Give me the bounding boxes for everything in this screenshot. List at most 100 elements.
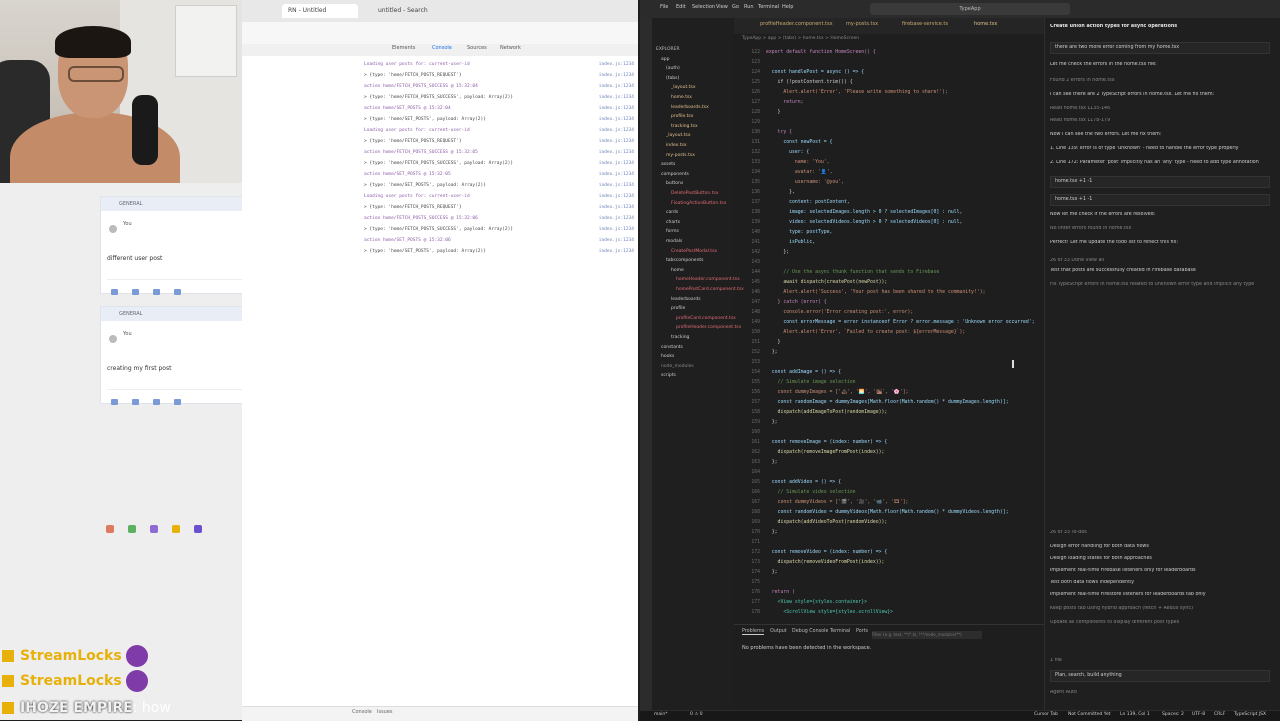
devtools-tab-elements[interactable]: Elements (392, 45, 415, 51)
post-card[interactable]: GENERAL You different user post (100, 196, 250, 295)
console-log-line[interactable]: > {type: 'home/SET_POSTS', payload: Arra… (364, 115, 634, 124)
code-line[interactable]: dispatch(removeVideoFromPost(index)); (766, 558, 1046, 568)
explorer-item[interactable]: forms (666, 228, 748, 236)
explorer-item[interactable]: app (661, 56, 743, 64)
problems-filter-input[interactable]: Filter (e.g. text, **/*.ts, !**/node_mod… (872, 631, 982, 639)
code-line[interactable]: isPublic, (766, 238, 1046, 248)
console-log-line[interactable]: action home/SET_POSTS @ 15:32:05 index.js… (364, 170, 634, 179)
tracking-tab-icon[interactable] (128, 525, 136, 533)
menu-edit[interactable]: Edit (676, 4, 686, 10)
code-line[interactable]: console.error('Error creating post:', er… (766, 308, 1046, 318)
posts-tab-icon[interactable] (194, 525, 202, 533)
console-log-line[interactable]: action home/SET_POSTS @ 15:32:06 index.js… (364, 236, 634, 245)
post-card[interactable]: GENERAL You creating my first post (100, 306, 250, 405)
explorer-item[interactable]: assets (661, 161, 743, 169)
status-git-blame[interactable]: Not Committed Yet (1068, 712, 1111, 717)
console-log-source[interactable]: index.js:1234 (599, 181, 634, 190)
console-log-line[interactable]: > {type: 'home/FETCH_POSTS_SUCCESS', pay… (364, 225, 634, 234)
code-line[interactable]: return ( (766, 588, 1046, 598)
code-line[interactable]: }; (766, 568, 1046, 578)
editor-tab[interactable]: my-posts.tsx (846, 21, 878, 27)
panel-tab-problems[interactable]: Problems (742, 629, 765, 635)
explorer-item[interactable]: charts (666, 219, 748, 227)
code-line[interactable]: Alert.alert('Success', 'Your post has be… (766, 288, 1046, 298)
code-line[interactable]: // Use the async thunk function that sen… (766, 268, 1046, 278)
devtools-tab-console[interactable]: Console (432, 45, 452, 51)
console-log-source[interactable]: index.js:1234 (599, 170, 634, 179)
console-log-line[interactable]: action home/SET_POSTS @ 15:32:04 index.js… (364, 104, 634, 113)
panel-tab-terminal[interactable]: Terminal (830, 629, 850, 634)
menu-terminal[interactable]: Terminal (758, 4, 779, 10)
console-log-source[interactable]: index.js:1234 (599, 82, 634, 91)
console-log-line[interactable]: > {type: 'home/SET_POSTS', payload: Arra… (364, 247, 634, 256)
breadcrumb[interactable]: TypeApp > app > (tabs) > home.tsx > Home… (734, 34, 1044, 44)
console-log-source[interactable]: index.js:1234 (599, 225, 634, 234)
console-log-line[interactable]: Loading user posts for: current-user-id i… (364, 60, 634, 69)
code-line[interactable]: // Simulate image selection (766, 378, 1046, 388)
chat-block[interactable]: home.tsx +1 -1 (1050, 194, 1270, 206)
explorer-item[interactable]: (tabs) (666, 75, 748, 83)
console-log-line[interactable]: > {type: 'home/FETCH_POSTS_SUCCESS', pay… (364, 159, 634, 168)
panel-tab-output[interactable]: Output (770, 629, 787, 634)
code-line[interactable]: // Simulate video selection (766, 488, 1046, 498)
code-line[interactable]: name: 'You', (766, 158, 1046, 168)
devtools-tab-network[interactable]: Network (500, 45, 521, 51)
code-line[interactable]: username: '@you', (766, 178, 1046, 188)
code-line[interactable]: const removeVideo = (index: number) => { (766, 548, 1046, 558)
explorer-item[interactable]: node_modules (661, 363, 743, 371)
code-line[interactable] (766, 258, 1046, 268)
console-log-source[interactable]: index.js:1234 (599, 192, 634, 201)
console-log-source[interactable]: index.js:1234 (599, 148, 634, 157)
console-log-line[interactable]: > {type: 'home/SET_POSTS', payload: Arra… (364, 181, 634, 190)
console-log-source[interactable]: index.js:1234 (599, 236, 634, 245)
code-line[interactable]: Alert.alert('Error', 'Please write somet… (766, 88, 1046, 98)
code-line[interactable]: Alert.alert('Error', `Failed to create p… (766, 328, 1046, 338)
share-icon[interactable] (153, 289, 160, 295)
menu-view[interactable]: View (716, 4, 728, 10)
code-line[interactable] (766, 428, 1046, 438)
status-indent[interactable]: Spaces: 2 (1162, 712, 1184, 717)
console-log-source[interactable]: index.js:1234 (599, 93, 634, 102)
code-line[interactable]: const addVideo = () => { (766, 478, 1046, 488)
drawer-tab-issues[interactable]: Issues (377, 709, 393, 715)
console-log-source[interactable]: index.js:1234 (599, 203, 634, 212)
code-line[interactable]: dispatch(addImageToPost(randomImage)); (766, 408, 1046, 418)
panel-tab-debug-console[interactable]: Debug Console (792, 629, 828, 634)
explorer-item[interactable]: components (661, 171, 743, 179)
explorer-item[interactable]: modals (666, 238, 748, 246)
editor-tab[interactable]: profileHeader.component.tsx (760, 21, 833, 27)
console-log-source[interactable]: index.js:1234 (599, 247, 634, 256)
editor-tab[interactable]: firebase-service.ts (902, 21, 948, 27)
code-line[interactable]: const errorMessage = error instanceof Er… (766, 318, 1046, 328)
code-line[interactable]: image: selectedImages.length > 0 ? selec… (766, 208, 1046, 218)
code-line[interactable]: <View style={styles.container}> (766, 598, 1046, 608)
browser-tab[interactable]: RN - Untitled (282, 4, 358, 18)
devtools-tab-sources[interactable]: Sources (467, 45, 487, 51)
chat-block[interactable]: Plan, search, build anything (1050, 670, 1270, 682)
code-line[interactable]: const dummyVideos = ['🎬', '🎥', '📹', '🎞']… (766, 498, 1046, 508)
code-line[interactable]: await dispatch(createPost(newPost)); (766, 278, 1046, 288)
code-line[interactable] (766, 538, 1046, 548)
explorer-item[interactable]: index.tsx (666, 142, 748, 150)
console-log-line[interactable]: > {type: 'home/FETCH_POSTS_REQUEST'} inde… (364, 71, 634, 80)
drawer-tab-console[interactable]: Console (352, 709, 372, 715)
code-line[interactable]: const dummyImages = ['🏔', '🌅', '🏙', '🌸']… (766, 388, 1046, 398)
code-line[interactable]: dispatch(removeImageFromPost(index)); (766, 448, 1046, 458)
code-line[interactable]: dispatch(addVideoToPost(randomVideo)); (766, 518, 1046, 528)
status-problems[interactable]: 0 ⚠ 0 (690, 712, 703, 717)
code-line[interactable]: } (766, 338, 1046, 348)
editor-tab-active[interactable]: home.tsx (974, 21, 997, 27)
code-line[interactable]: } (766, 108, 1046, 118)
code-line[interactable]: }; (766, 348, 1046, 358)
status-eol[interactable]: CRLF (1214, 712, 1225, 717)
console-log-line[interactable]: > {type: 'home/FETCH_POSTS_REQUEST'} inde… (364, 137, 634, 146)
like-icon[interactable] (111, 399, 118, 405)
bookmark-icon[interactable] (174, 289, 181, 295)
panel-tab-ports[interactable]: Ports (856, 629, 868, 634)
code-line[interactable] (766, 468, 1046, 478)
explorer-item[interactable]: _layout.tsx (666, 132, 748, 140)
comment-icon[interactable] (132, 289, 139, 295)
code-line[interactable]: content: postContent, (766, 198, 1046, 208)
code-line[interactable]: avatar: '👤', (766, 168, 1046, 178)
console-log-line[interactable]: action home/FETCH_POSTS_SUCCESS @ 15:32:… (364, 148, 634, 157)
